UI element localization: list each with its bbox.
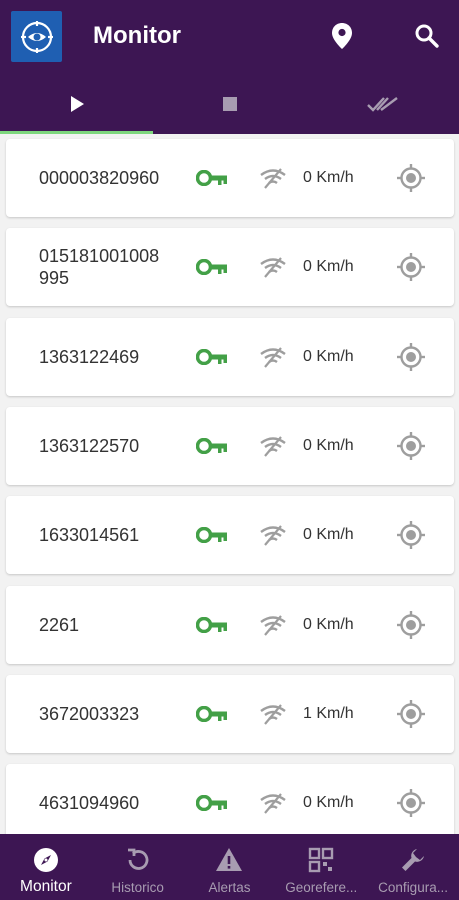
wrench-icon [399, 846, 427, 874]
vehicle-speed: 0 Km/h [303, 526, 354, 544]
nav-label: Georefere... [285, 880, 358, 895]
play-icon [70, 96, 84, 112]
vehicle-speed: 0 Km/h [303, 615, 354, 633]
vehicle-list: 000003820960 0 Km/h 015181001008995 0 Km/h 1… [0, 134, 459, 834]
vehicle-id: 1363122469 [39, 346, 140, 367]
vehicle-speed: 0 Km/h [303, 436, 354, 454]
ignition-key-icon [195, 705, 228, 723]
vehicle-card[interactable]: 1363122469 0 Km/h [6, 317, 454, 396]
locate-icon[interactable] [396, 610, 426, 640]
locate-icon[interactable] [396, 342, 426, 372]
locate-icon[interactable] [396, 163, 426, 193]
vehicle-id: 4631094960 [39, 793, 140, 814]
locate-icon[interactable] [396, 520, 426, 550]
vehicle-speed: 0 Km/h [303, 258, 354, 276]
search-button[interactable] [414, 22, 440, 50]
locate-icon[interactable] [396, 788, 426, 818]
history-icon [124, 846, 152, 874]
nav-item-wrench[interactable]: Configura... [367, 834, 459, 900]
page-title: Monitor [93, 22, 181, 49]
nav-item-warning[interactable]: Alertas [184, 834, 276, 900]
no-signal-icon [259, 167, 287, 189]
vehicle-id: 000003820960 [39, 168, 160, 188]
eye-target-icon [20, 20, 53, 53]
compass-icon [32, 846, 60, 874]
nav-item-history[interactable]: Historico [92, 834, 184, 900]
ignition-key-icon [195, 348, 228, 365]
nav-label: Configura... [378, 880, 448, 895]
tab-active[interactable] [0, 74, 153, 134]
vehicle-card[interactable]: 000003820960 0 Km/h [6, 139, 454, 217]
ignition-key-icon [195, 794, 228, 812]
app-bar: Monitor [0, 0, 459, 134]
ignition-key-icon [195, 437, 228, 455]
no-signal-icon [259, 792, 287, 814]
double-check-icon [366, 97, 398, 112]
locate-icon[interactable] [396, 431, 426, 461]
tab-bar [0, 74, 459, 134]
ignition-key-icon [195, 616, 228, 633]
locate-icon[interactable] [396, 699, 426, 729]
vehicle-card[interactable]: 015181001008995 0 Km/h [6, 228, 454, 307]
vehicle-speed: 0 Km/h [303, 794, 354, 812]
ignition-key-icon [195, 169, 228, 187]
search-icon [415, 24, 439, 48]
location-pin-button[interactable] [329, 22, 355, 50]
vehicle-card[interactable]: 3672003323 1 Km/h [6, 674, 454, 753]
vehicle-id: 2261 [39, 614, 80, 635]
no-signal-icon [259, 256, 287, 279]
vehicle-speed: 0 Km/h [303, 347, 354, 365]
vehicle-id: 1633014561 [39, 525, 140, 546]
no-signal-icon [259, 524, 287, 546]
nav-label: Monitor [20, 878, 72, 895]
vehicle-speed: 0 Km/h [303, 169, 354, 186]
app-logo [11, 11, 62, 62]
nav-label: Historico [111, 880, 164, 895]
no-signal-icon [259, 703, 287, 725]
tab-completed[interactable] [306, 74, 459, 134]
warning-icon [215, 846, 243, 874]
locate-icon[interactable] [396, 252, 426, 282]
stop-icon [222, 97, 237, 111]
bottom-navigation: Monitor Historico Alertas Georefere... Confi… [0, 834, 459, 900]
ignition-key-icon [195, 526, 228, 544]
vehicle-card[interactable]: 4631094960 0 Km/h [6, 764, 454, 834]
ignition-key-icon [195, 259, 228, 276]
vehicle-id: 1363122570 [39, 435, 140, 456]
vehicle-id: 015181001008995 [39, 246, 160, 289]
no-signal-icon [259, 435, 287, 457]
location-pin-icon [332, 23, 352, 49]
nav-item-compass[interactable]: Monitor [0, 834, 92, 900]
tab-stopped[interactable] [153, 74, 306, 134]
vehicle-id: 3672003323 [39, 703, 140, 724]
vehicle-card[interactable]: 1363122570 0 Km/h [6, 406, 454, 485]
nav-label: Alertas [208, 880, 251, 895]
vehicle-card[interactable]: 1633014561 0 Km/h [6, 496, 454, 575]
nav-item-grid[interactable]: Georefere... [275, 834, 367, 900]
grid-icon [307, 846, 335, 874]
vehicle-speed: 1 Km/h [303, 704, 354, 722]
no-signal-icon [259, 346, 287, 368]
vehicle-card[interactable]: 2261 0 Km/h [6, 585, 454, 664]
no-signal-icon [259, 614, 287, 636]
